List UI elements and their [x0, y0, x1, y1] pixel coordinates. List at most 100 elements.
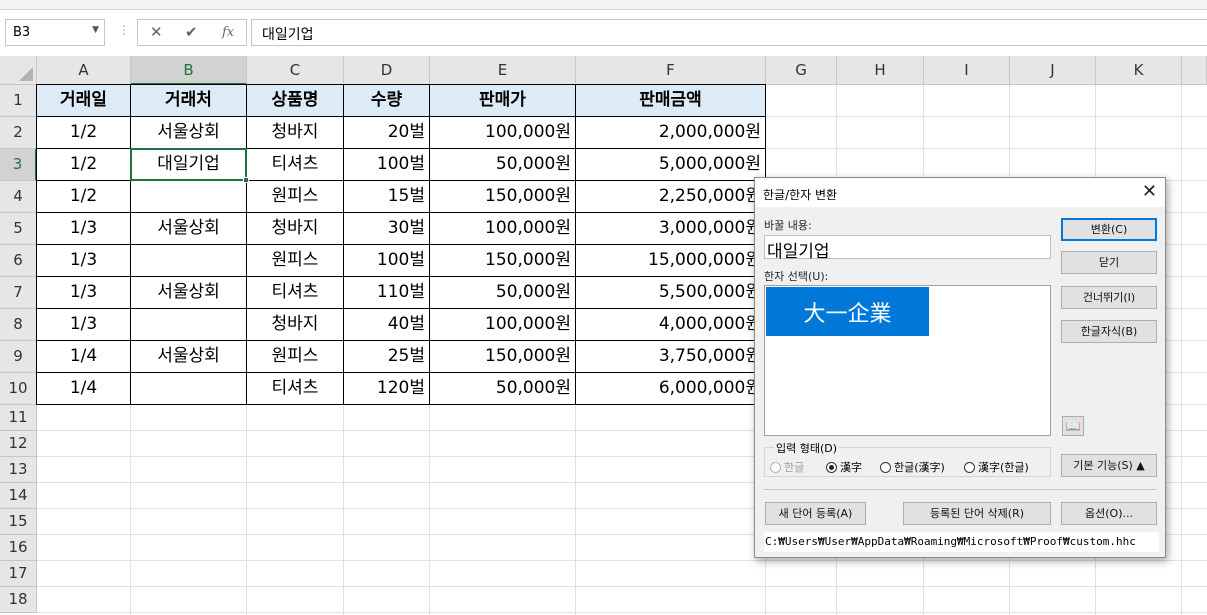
table-cell-border	[343, 276, 430, 309]
table-cell-border	[36, 180, 131, 213]
word-field[interactable]: 대일기업	[764, 235, 1051, 262]
convert-button[interactable]: 변환(C)	[1061, 218, 1157, 241]
table-cell-border	[429, 276, 576, 309]
function-icon[interactable]: fx	[222, 25, 234, 40]
chevron-down-icon[interactable]: ▼	[92, 25, 99, 35]
radio-dot-selected	[826, 462, 837, 473]
register-word-button[interactable]: 새 단어 등록(A)	[765, 502, 866, 525]
table-cell-border	[246, 116, 344, 149]
row-header-12[interactable]: 12	[0, 431, 37, 457]
column-header-filler	[1182, 56, 1207, 85]
name-box[interactable]: B3 ▼	[5, 19, 105, 46]
book-icon[interactable]: 📖	[1062, 416, 1084, 436]
row-header-9[interactable]: 9	[0, 341, 37, 373]
table-cell-border	[36, 340, 131, 373]
row-header-4[interactable]: 4	[0, 181, 37, 213]
table-cell-border	[246, 180, 344, 213]
radio-dot	[964, 462, 975, 473]
column-header-f[interactable]: F	[576, 56, 766, 85]
table-cell-border	[575, 372, 766, 405]
column-header-i[interactable]: I	[924, 56, 1010, 85]
row-header-15[interactable]: 15	[0, 509, 37, 535]
hanja-option-selected[interactable]: 大一企業	[766, 287, 929, 336]
table-cell-border	[343, 244, 430, 277]
input-form-group: 입력 형태(D) 한글 漢字 한글(漢字) 漢字(한글)	[764, 440, 1051, 477]
table-cell-border	[130, 308, 247, 341]
basic-mode-button[interactable]: 기본 기능(S) ▲	[1061, 454, 1157, 477]
table-cell-border	[575, 244, 766, 277]
column-header-e[interactable]: E	[430, 56, 576, 85]
select-all-corner[interactable]	[0, 56, 37, 85]
table-cell-border	[343, 116, 430, 149]
radio-hangul[interactable]: 한글	[770, 459, 804, 475]
formula-bar: B3 ▼ ⋮ ✕ ✔ fx 대일기업	[0, 10, 1207, 56]
row-header-13[interactable]: 13	[0, 457, 37, 483]
word-label: 바꿀 내용:	[764, 219, 812, 232]
enter-icon[interactable]: ✔	[185, 23, 198, 41]
table-cell-border	[36, 84, 131, 117]
row-header-7[interactable]: 7	[0, 277, 37, 309]
table-cell-border	[130, 276, 247, 309]
table-cell-border	[343, 212, 430, 245]
table-cell-border	[575, 276, 766, 309]
column-header-k[interactable]: K	[1096, 56, 1182, 85]
table-cell-border	[246, 276, 344, 309]
row-header-5[interactable]: 5	[0, 213, 37, 245]
active-cell-outline	[130, 148, 247, 181]
table-cell-border	[429, 116, 576, 149]
cancel-icon[interactable]: ✕	[150, 23, 163, 41]
table-cell-border	[575, 308, 766, 341]
delete-registered-word-button[interactable]: 등록된 단어 삭제(R)	[903, 502, 1051, 525]
table-cell-border	[575, 212, 766, 245]
row-header-1[interactable]: 1	[0, 85, 37, 117]
more-icon[interactable]: ⋮	[118, 23, 130, 37]
row-header-17[interactable]: 17	[0, 561, 37, 587]
column-header-c[interactable]: C	[247, 56, 344, 85]
excel-window: B3 ▼ ⋮ ✕ ✔ fx 대일기업 ABCDEFGHIJK1234567891…	[0, 0, 1207, 615]
table-cell-border	[575, 340, 766, 373]
row-header-16[interactable]: 16	[0, 535, 37, 561]
formula-buttons: ✕ ✔ fx	[137, 19, 247, 46]
column-header-j[interactable]: J	[1010, 56, 1096, 85]
column-header-h[interactable]: H	[837, 56, 924, 85]
hangul-dictionary-button[interactable]: 한글자식(B)	[1061, 320, 1157, 343]
column-header-d[interactable]: D	[344, 56, 430, 85]
column-header-b[interactable]: B	[131, 56, 247, 85]
table-cell-border	[429, 244, 576, 277]
row-header-6[interactable]: 6	[0, 245, 37, 277]
table-cell-border	[429, 308, 576, 341]
formula-input[interactable]: 대일기업	[251, 19, 1207, 46]
row-header-11[interactable]: 11	[0, 405, 37, 431]
row-header-3[interactable]: 3	[0, 149, 37, 181]
table-cell-border	[246, 244, 344, 277]
table-cell-border	[246, 372, 344, 405]
table-cell-border	[246, 148, 344, 181]
column-header-g[interactable]: G	[766, 56, 837, 85]
column-header-a[interactable]: A	[37, 56, 131, 85]
skip-button[interactable]: 건너뛰기(I)	[1061, 286, 1157, 309]
table-cell-border	[429, 340, 576, 373]
radio-hangul-hanja[interactable]: 한글(漢字)	[880, 459, 945, 475]
row-header-2[interactable]: 2	[0, 117, 37, 149]
radio-hanja[interactable]: 漢字	[826, 459, 862, 475]
table-cell-border	[36, 276, 131, 309]
radio-hanja-hangul[interactable]: 漢字(한글)	[964, 459, 1029, 475]
row-header-8[interactable]: 8	[0, 309, 37, 341]
table-cell-border	[246, 84, 344, 117]
close-icon[interactable]: ✕	[1142, 181, 1157, 202]
table-cell-border	[343, 180, 430, 213]
table-cell-border	[575, 84, 766, 117]
close-button[interactable]: 닫기	[1061, 251, 1157, 274]
table-cell-border	[429, 148, 576, 181]
fill-handle[interactable]	[243, 177, 249, 183]
hanja-list[interactable]: 大一企業	[764, 285, 1051, 436]
table-cell-border	[429, 372, 576, 405]
row-header-18[interactable]: 18	[0, 587, 37, 613]
dictionary-path: C:₩Users₩User₩AppData₩Roaming₩Microsoft₩…	[764, 532, 1159, 552]
ribbon-remnant	[0, 0, 1207, 10]
options-button[interactable]: 옵션(O)...	[1061, 502, 1157, 525]
table-cell-border	[575, 116, 766, 149]
row-header-14[interactable]: 14	[0, 483, 37, 509]
row-header-10[interactable]: 10	[0, 373, 37, 405]
hanja-label: 한자 선택(U):	[764, 270, 829, 283]
